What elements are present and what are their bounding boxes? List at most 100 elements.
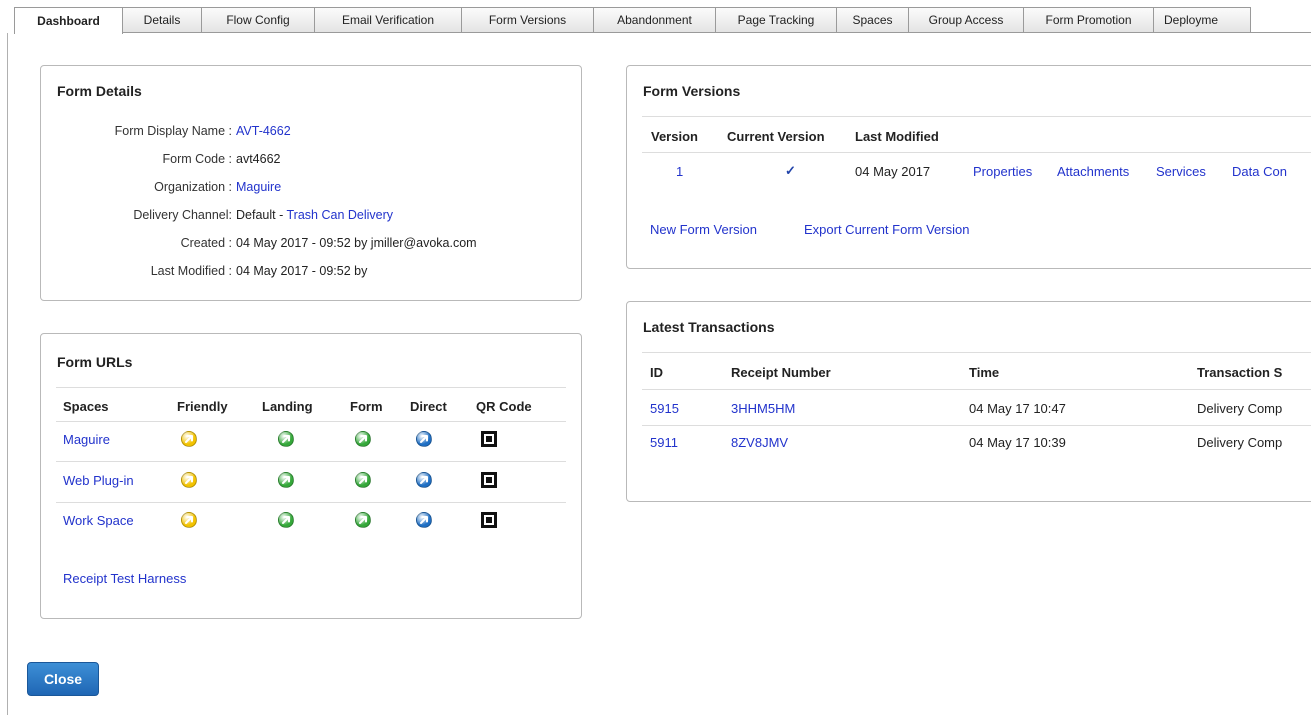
- form-versions-header: Version Current Version Last Modified: [627, 126, 1311, 146]
- space-link-web-plug-in[interactable]: Web Plug-in: [63, 473, 134, 488]
- tab-abandonment[interactable]: Abandonment: [594, 7, 716, 32]
- latest-transactions-panel: Latest Transactions ID Receipt Number Ti…: [626, 301, 1311, 502]
- close-button[interactable]: Close: [27, 662, 99, 696]
- divider: [56, 461, 566, 462]
- version-last-modified: 04 May 2017: [855, 163, 931, 179]
- receipt-number-link[interactable]: 3HHM5HM: [731, 401, 795, 416]
- created-row: Created : 04 May 2017 - 09:52 by jmiller…: [41, 236, 477, 254]
- receipt-test-harness-link[interactable]: Receipt Test Harness: [63, 571, 186, 586]
- space-link-maguire[interactable]: Maguire: [63, 432, 110, 447]
- form-display-name-link[interactable]: AVT-4662: [236, 124, 291, 142]
- header-spaces: Spaces: [63, 398, 109, 414]
- direct-url-icon[interactable]: [416, 512, 432, 528]
- table-row: Maguire: [41, 429, 581, 449]
- table-row: 5911 8ZV8JMV 04 May 17 10:39 Delivery Co…: [627, 432, 1311, 452]
- last-modified-value: 04 May 2017 - 09:52 by: [236, 264, 368, 278]
- tab-page-tracking[interactable]: Page Tracking: [716, 7, 837, 32]
- tab-deployment[interactable]: Deployme: [1154, 7, 1251, 32]
- table-row: Work Space: [41, 510, 581, 530]
- form-url-icon[interactable]: [355, 431, 371, 447]
- last-modified-row: Last Modified : 04 May 2017 - 09:52 by: [41, 264, 368, 282]
- latest-transactions-title: Latest Transactions: [643, 319, 775, 335]
- delivery-channel-row: Delivery Channel: Default - Trash Can De…: [41, 208, 393, 226]
- qr-code-icon[interactable]: [481, 431, 497, 447]
- qr-code-icon[interactable]: [481, 512, 497, 528]
- transactions-header: ID Receipt Number Time Transaction S: [627, 362, 1311, 382]
- form-versions-title: Form Versions: [643, 83, 741, 99]
- form-code-label: Form Code :: [162, 152, 232, 166]
- organization-label: Organization :: [154, 180, 232, 194]
- tab-form-promotion[interactable]: Form Promotion: [1024, 7, 1154, 32]
- delivery-channel-label: Delivery Channel:: [133, 208, 232, 222]
- header-last-modified: Last Modified: [855, 128, 939, 144]
- form-url-icon[interactable]: [355, 512, 371, 528]
- tab-details[interactable]: Details: [123, 7, 202, 32]
- header-transaction-status: Transaction S: [1197, 364, 1283, 380]
- header-receipt-number: Receipt Number: [731, 364, 831, 380]
- form-code-value: avt4662: [236, 152, 281, 166]
- attachments-link[interactable]: Attachments: [1057, 164, 1129, 179]
- header-landing: Landing: [262, 398, 313, 414]
- transaction-time: 04 May 17 10:39: [969, 434, 1066, 450]
- created-value: 04 May 2017 - 09:52 by jmiller@avoka.com: [236, 236, 477, 250]
- tab-group-access[interactable]: Group Access: [909, 7, 1024, 32]
- tab-bar: Dashboard Details Flow Config Email Veri…: [14, 7, 1311, 34]
- tab-email-verification[interactable]: Email Verification: [315, 7, 462, 32]
- frame-border: [7, 33, 8, 715]
- delivery-channel-link[interactable]: Trash Can Delivery: [287, 208, 394, 222]
- transaction-id-link[interactable]: 5911: [650, 435, 678, 450]
- qr-code-icon[interactable]: [481, 472, 497, 488]
- tab-flow-config[interactable]: Flow Config: [202, 7, 315, 32]
- tab-spaces[interactable]: Spaces: [837, 7, 909, 32]
- divider: [642, 425, 1311, 426]
- landing-url-icon[interactable]: [278, 512, 294, 528]
- data-config-link[interactable]: Data Con: [1232, 164, 1287, 179]
- last-modified-label: Last Modified :: [150, 264, 232, 278]
- header-direct: Direct: [410, 398, 447, 414]
- current-version-check-icon: ✓: [785, 163, 796, 178]
- properties-link[interactable]: Properties: [973, 164, 1032, 179]
- header-qr-code: QR Code: [476, 398, 532, 414]
- organization-link[interactable]: Maguire: [236, 180, 281, 198]
- delivery-channel-prefix: Default -: [236, 208, 287, 222]
- transaction-id-link[interactable]: 5915: [650, 401, 679, 416]
- form-versions-panel: Form Versions Version Current Version La…: [626, 65, 1311, 269]
- space-link-work-space[interactable]: Work Space: [63, 513, 134, 528]
- table-row: Web Plug-in: [41, 470, 581, 490]
- divider: [642, 352, 1311, 353]
- form-display-name-row: Form Display Name : AVT-4662: [41, 124, 291, 142]
- landing-url-icon[interactable]: [278, 431, 294, 447]
- header-time: Time: [969, 364, 1000, 380]
- divider: [56, 502, 566, 503]
- export-current-form-version-link[interactable]: Export Current Form Version: [804, 222, 969, 237]
- landing-url-icon[interactable]: [278, 472, 294, 488]
- form-url-icon[interactable]: [355, 472, 371, 488]
- form-details-title: Form Details: [57, 83, 142, 99]
- delivery-channel-value: Default - Trash Can Delivery: [236, 208, 393, 226]
- friendly-url-icon[interactable]: [181, 472, 197, 488]
- header-friendly: Friendly: [177, 398, 228, 414]
- transaction-status: Delivery Comp: [1197, 434, 1283, 450]
- friendly-url-icon[interactable]: [181, 512, 197, 528]
- divider: [56, 421, 566, 422]
- form-details-panel: Form Details Form Display Name : AVT-466…: [40, 65, 582, 301]
- friendly-url-icon[interactable]: [181, 431, 197, 447]
- form-display-name-label: Form Display Name :: [114, 124, 232, 138]
- direct-url-icon[interactable]: [416, 431, 432, 447]
- organization-row: Organization : Maguire: [41, 180, 281, 198]
- header-form: Form: [350, 398, 383, 414]
- divider: [642, 389, 1311, 390]
- divider: [642, 152, 1311, 153]
- transaction-status: Delivery Comp: [1197, 400, 1283, 416]
- tab-form-versions[interactable]: Form Versions: [462, 7, 594, 32]
- form-urls-header: Spaces Friendly Landing Form Direct QR C…: [41, 396, 581, 416]
- divider: [642, 116, 1311, 117]
- services-link[interactable]: Services: [1156, 164, 1206, 179]
- tab-dashboard[interactable]: Dashboard: [14, 7, 123, 34]
- form-urls-panel: Form URLs Spaces Friendly Landing Form D…: [40, 333, 582, 619]
- direct-url-icon[interactable]: [416, 472, 432, 488]
- form-urls-title: Form URLs: [57, 354, 133, 370]
- header-version: Version: [651, 128, 698, 144]
- receipt-number-link[interactable]: 8ZV8JMV: [731, 435, 788, 450]
- new-form-version-link[interactable]: New Form Version: [650, 222, 757, 237]
